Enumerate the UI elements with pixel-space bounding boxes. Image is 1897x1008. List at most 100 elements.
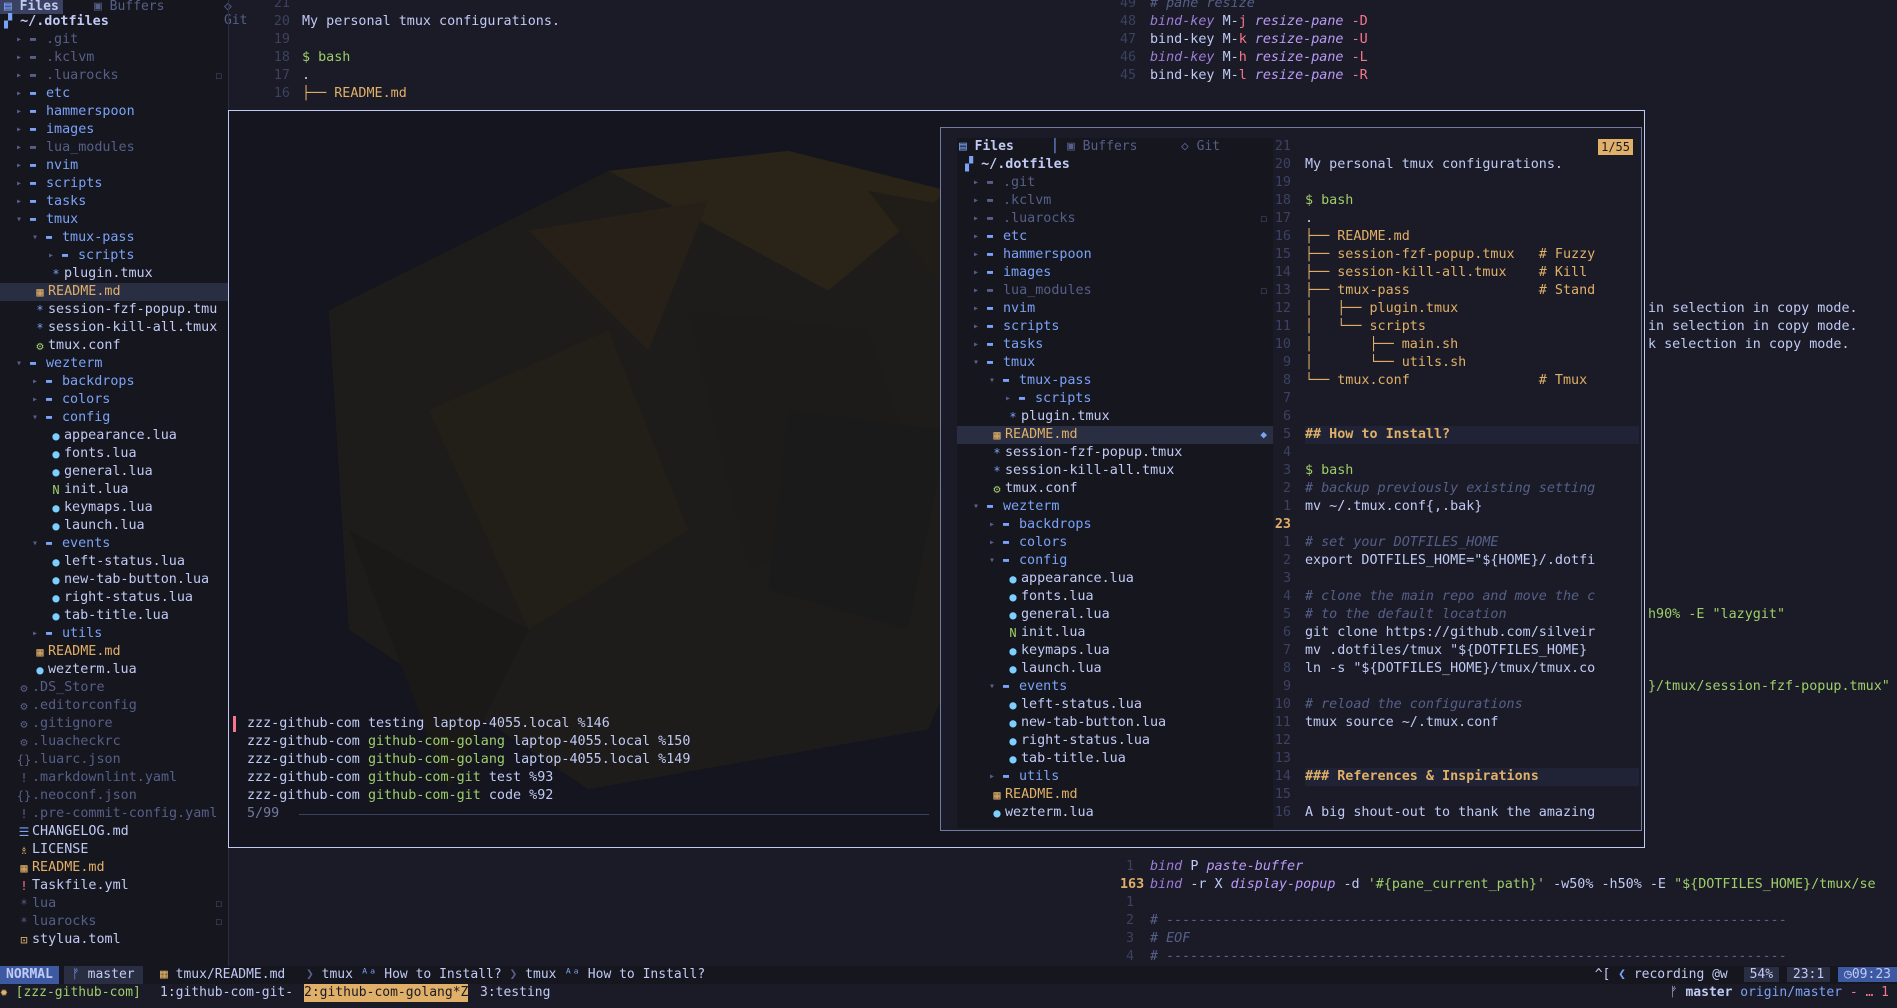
file-tree-item[interactable]: ⊡ stylua.toml [0, 931, 228, 949]
preview-tab-buffers[interactable]: ▣ Buffers [1067, 138, 1137, 156]
chevron-right-icon[interactable]: ▸ [973, 192, 987, 210]
chevron-right-icon[interactable]: ▸ [973, 246, 987, 264]
file-tree-item[interactable]: ▸ ▬ lua_modules ☐ [957, 282, 1273, 300]
file-tree-item[interactable]: ▸ ▬ scripts [957, 318, 1273, 336]
preview-tab-git[interactable]: ◇ Git [1181, 138, 1220, 156]
chevron-right-icon[interactable]: ▸ [973, 282, 987, 300]
file-tree-item[interactable]: ⚙ .editorconfig [0, 697, 228, 715]
file-tree-item[interactable]: * plugin.tmux [0, 265, 228, 283]
file-tree-item[interactable]: ● left-status.lua [0, 553, 228, 571]
file-tree-item[interactable]: ▸ ▬ colors [0, 391, 228, 409]
file-tree-item[interactable]: ▸ ▬ tasks [0, 193, 228, 211]
file-tree-item[interactable]: ▸ ▬ images [957, 264, 1273, 282]
file-tree-item[interactable]: * session-kill-all.tmux [957, 462, 1273, 480]
file-tree-item[interactable]: ▾ ▬ wezterm [0, 355, 228, 373]
file-tree-item[interactable]: ● general.lua [957, 606, 1273, 624]
file-tree-item[interactable]: ▸ ▬ hammerspoon [0, 103, 228, 121]
file-tree-item[interactable]: ▸ ▬ scripts [0, 175, 228, 193]
file-tree-item[interactable]: ● wezterm.lua [957, 804, 1273, 822]
file-tree-item[interactable]: ⚙ .luacheckrc [0, 733, 228, 751]
file-tree-item[interactable]: ▾ ▬ events [957, 678, 1273, 696]
chevron-right-icon[interactable]: ▸ [16, 49, 30, 67]
chevron-right-icon[interactable]: ▸ [16, 103, 30, 121]
file-tree-item[interactable]: ▸ ▬ .kclvm [0, 49, 228, 67]
file-tree-item[interactable]: ● right-status.lua [957, 732, 1273, 750]
file-tree-item[interactable]: ! .pre-commit-config.yaml [0, 805, 228, 823]
tmux-window-1[interactable]: 1:github-com-git- [160, 984, 293, 1002]
file-tree-item[interactable]: ● fonts.lua [957, 588, 1273, 606]
tab-files[interactable]: ▤ Files [0, 0, 63, 14]
file-tree-item[interactable]: ⚙ tmux.conf [957, 480, 1273, 498]
fzf-result-item[interactable]: zzz-github-com github-com-git test %93 [229, 769, 929, 787]
file-tree-item[interactable]: ▸ ▬ scripts [0, 247, 228, 265]
file-tree-item[interactable]: ▾ ▬ tmux-pass [0, 229, 228, 247]
file-tree-item[interactable]: ! Taskfile.yml [0, 877, 228, 895]
file-tree-item[interactable]: Ninit.lua [957, 624, 1273, 642]
chevron-down-icon[interactable]: ▾ [989, 372, 1003, 390]
file-tree-item[interactable]: ▸ ▬ colors [957, 534, 1273, 552]
file-tree-item[interactable]: ▾ ▬ tmux-pass [957, 372, 1273, 390]
file-tree-item[interactable]: * lua ☐ [0, 895, 228, 913]
file-tree-item[interactable]: ▸ ▬ nvim [957, 300, 1273, 318]
file-tree-item[interactable]: ● appearance.lua [0, 427, 228, 445]
file-tree-item[interactable]: ● keymaps.lua [0, 499, 228, 517]
preview-tab-files[interactable]: ▤ Files [959, 138, 1014, 156]
file-tree-item[interactable]: ● left-status.lua [957, 696, 1273, 714]
tmux-window-2[interactable]: 2:github-com-golang*Z [304, 984, 469, 1002]
file-tree-item[interactable]: ▸ ▬ etc [957, 228, 1273, 246]
file-tree-item[interactable]: ▦ README.md [0, 643, 228, 661]
chevron-down-icon[interactable]: ▾ [32, 535, 46, 553]
file-tree-item[interactable]: ▦ README.md [0, 859, 228, 877]
file-tree-item[interactable]: ☰ CHANGELOG.md [0, 823, 228, 841]
file-tree-item[interactable]: ● launch.lua [957, 660, 1273, 678]
file-tree-item[interactable]: ● right-status.lua [0, 589, 228, 607]
file-tree-item[interactable]: ▸ ▬ backdrops [957, 516, 1273, 534]
file-tree-item[interactable]: ● new-tab-button.lua [957, 714, 1273, 732]
chevron-right-icon[interactable]: ▸ [973, 228, 987, 246]
file-tree-item[interactable]: ▾ ▬ events [0, 535, 228, 553]
file-tree-item[interactable]: ▸ ▬ tasks [957, 336, 1273, 354]
chevron-down-icon[interactable]: ▾ [16, 355, 30, 373]
file-tree-item[interactable]: ⚙ .DS_Store [0, 679, 228, 697]
chevron-right-icon[interactable]: ▸ [973, 174, 987, 192]
fzf-result-item[interactable]: zzz-github-com github-com-git code %92 [229, 787, 929, 805]
file-tree-item[interactable]: ● wezterm.lua [0, 661, 228, 679]
file-tree-item[interactable]: ● tab-title.lua [957, 750, 1273, 768]
chevron-right-icon[interactable]: ▸ [16, 121, 30, 139]
chevron-right-icon[interactable]: ▸ [16, 157, 30, 175]
chevron-right-icon[interactable]: ▸ [1005, 390, 1019, 408]
chevron-right-icon[interactable]: ▸ [32, 625, 46, 643]
chevron-right-icon[interactable]: ▸ [32, 391, 46, 409]
chevron-right-icon[interactable]: ▸ [16, 193, 30, 211]
file-tree-item[interactable]: ▾ ▬ config [0, 409, 228, 427]
chevron-down-icon[interactable]: ▾ [989, 552, 1003, 570]
chevron-right-icon[interactable]: ▸ [989, 768, 1003, 786]
file-tree-item[interactable]: ▾ ▬ tmux [0, 211, 228, 229]
file-tree-item[interactable]: ▸ ▬ scripts [957, 390, 1273, 408]
chevron-right-icon[interactable]: ▸ [973, 336, 987, 354]
file-tree-item[interactable]: * session-fzf-popup.tmu [0, 301, 228, 319]
fzf-result-item[interactable]: zzz-github-com github-com-golang laptop-… [229, 751, 929, 769]
chevron-right-icon[interactable]: ▸ [32, 373, 46, 391]
file-tree-item[interactable]: ▾ ▬ config [957, 552, 1273, 570]
fzf-result-item[interactable]: zzz-github-com github-com-golang laptop-… [229, 733, 929, 751]
chevron-right-icon[interactable]: ▸ [973, 264, 987, 282]
file-tree-item[interactable]: ● keymaps.lua [957, 642, 1273, 660]
file-tree-item[interactable]: ▦ README.md [957, 786, 1273, 804]
file-tree-item[interactable]: ▸ ▬ backdrops [0, 373, 228, 391]
file-tree-item[interactable]: * plugin.tmux [957, 408, 1273, 426]
file-tree-item[interactable]: ● tab-title.lua [0, 607, 228, 625]
file-tree-item[interactable]: ! .markdownlint.yaml [0, 769, 228, 787]
file-tree-item[interactable]: ▸ ▬ lua_modules [0, 139, 228, 157]
chevron-right-icon[interactable]: ▸ [16, 67, 30, 85]
file-tree-item[interactable]: * session-fzf-popup.tmux [957, 444, 1273, 462]
file-tree-item[interactable]: ▦ README.md [0, 283, 228, 301]
file-tree-item[interactable]: * session-kill-all.tmux [0, 319, 228, 337]
chevron-right-icon[interactable]: ▸ [16, 175, 30, 193]
chevron-down-icon[interactable]: ▾ [32, 229, 46, 247]
chevron-right-icon[interactable]: ▸ [973, 318, 987, 336]
file-tree-item[interactable]: ⚙ tmux.conf [0, 337, 228, 355]
file-tree-item[interactable]: ▸ ▬ images [0, 121, 228, 139]
file-tree-item[interactable]: ▸ ▬ .git [957, 174, 1273, 192]
left-root[interactable]: ▞ ~/.dotfiles [4, 13, 109, 31]
